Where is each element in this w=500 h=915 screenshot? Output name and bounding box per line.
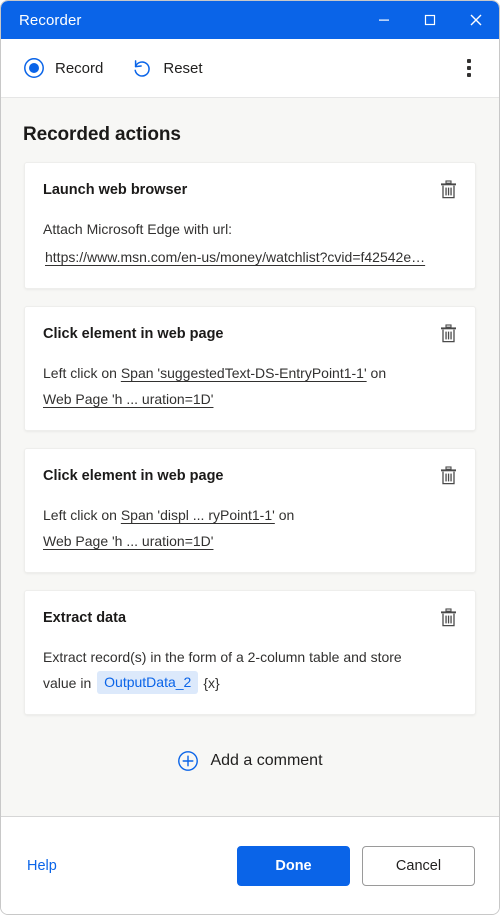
action-title: Extract data [43,610,127,626]
action-card-click-element-2[interactable]: Click element in web page Left click on … [24,448,476,573]
card-header: Extract data [43,607,457,630]
action-card-extract-data[interactable]: Extract data Extract record(s) in the fo… [24,590,476,715]
click-target-page-link[interactable]: Web Page 'h ... uration=1D' [43,533,213,549]
action-description: Extract record(s) in the form of a 2-col… [43,644,457,696]
click-target-page-link[interactable]: Web Page 'h ... uration=1D' [43,391,213,407]
close-button[interactable] [453,1,499,39]
minimize-button[interactable] [361,1,407,39]
recorded-actions-panel: Recorded actions Launch web browser Atta… [1,98,499,817]
action-description: Left click on Span 'displ ... ryPoint1-1… [43,502,457,554]
action-description: Attach Microsoft Edge with url: https://… [43,216,457,270]
reset-button[interactable]: Reset [127,51,212,85]
reset-label: Reset [163,59,203,77]
action-card-list: Launch web browser Attach Microsoft Edge… [1,162,499,715]
card-header: Launch web browser [43,179,457,202]
maximize-button[interactable] [407,1,453,39]
minimize-icon [379,19,389,21]
footer-bar: Help Done Cancel [1,817,499,914]
click-target-element-link[interactable]: Span 'displ ... ryPoint1-1' [121,507,275,523]
delete-action-button[interactable] [435,320,461,346]
delete-action-button[interactable] [435,604,461,630]
record-button[interactable]: Record [19,51,113,85]
action-card-launch-web-browser[interactable]: Launch web browser Attach Microsoft Edge… [24,162,476,289]
title-bar: Recorder [1,1,499,39]
trash-icon [440,607,456,626]
output-variable-chip[interactable]: OutputData_2 [97,671,199,694]
delete-action-button[interactable] [435,462,461,488]
close-icon [470,14,482,26]
action-title: Click element in web page [43,326,224,342]
attach-prefix-text: Attach Microsoft Edge with url: [43,221,233,237]
kebab-dot [467,59,471,63]
card-header: Click element in web page [43,323,457,346]
plus-circle-icon [178,751,199,771]
record-label: Record [55,59,104,77]
click-prefix-text: Left click on [43,507,117,523]
window-controls [361,1,499,39]
reset-icon [134,60,151,77]
variable-symbol: {x} [203,675,220,691]
maximize-icon [424,14,436,26]
delete-action-button[interactable] [435,176,461,202]
recorder-window: Recorder Record Reset Recorded actions L… [0,0,500,915]
click-target-element-link[interactable]: Span 'suggestedText-DS-EntryPoint1-1' [121,365,367,381]
extract-description-line2: value in [43,675,92,691]
add-comment-button[interactable]: Add a comment [1,732,499,802]
toolbar: Record Reset [1,39,499,98]
click-prefix-text: Left click on [43,365,117,381]
kebab-dot [467,66,471,70]
window-title: Recorder [19,11,82,29]
extract-description-line1: Extract record(s) in the form of a 2-col… [43,649,402,665]
trash-icon [440,465,456,484]
trash-icon [440,323,456,342]
action-title: Click element in web page [43,468,224,484]
cancel-button[interactable]: Cancel [362,845,475,886]
action-card-click-element-1[interactable]: Click element in web page Left click on … [24,306,476,431]
more-options-button[interactable] [453,52,485,84]
card-header: Click element in web page [43,465,457,488]
record-icon [24,58,44,78]
attached-url-link[interactable]: https://www.msn.com/en-us/money/watchlis… [43,244,457,270]
done-button[interactable]: Done [237,845,350,886]
trash-icon [440,179,456,198]
click-suffix-text: on [370,365,387,381]
help-link[interactable]: Help [25,854,59,878]
add-comment-label: Add a comment [210,752,323,769]
action-title: Launch web browser [43,182,188,198]
page-title: Recorded actions [23,124,181,145]
click-suffix-text: on [278,507,295,523]
kebab-dot [467,73,471,77]
action-description: Left click on Span 'suggestedText-DS-Ent… [43,360,457,412]
